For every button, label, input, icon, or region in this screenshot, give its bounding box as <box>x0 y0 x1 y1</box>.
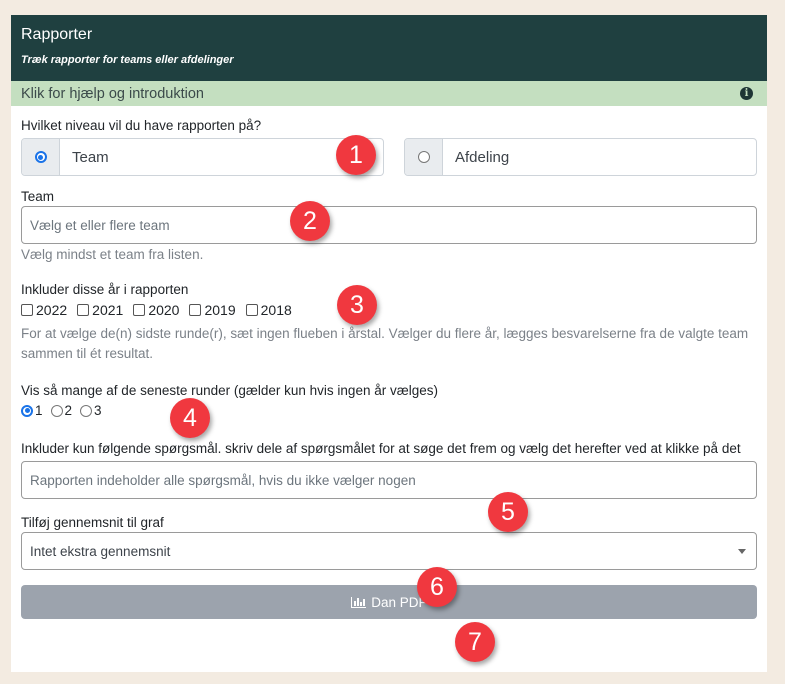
checkbox[interactable] <box>77 304 90 316</box>
annotation-badge-5: 5 <box>488 492 528 532</box>
radio[interactable] <box>50 404 63 417</box>
year-label: 2022 <box>36 302 68 318</box>
radio-label: 1 <box>35 403 43 418</box>
radio[interactable] <box>21 404 33 417</box>
checkbox[interactable] <box>189 304 202 316</box>
team-hint: Vælg mindst et team fra listen. <box>21 247 204 262</box>
generate-pdf-label: Dan PDF <box>371 594 427 610</box>
annotation-badge-2: 2 <box>290 201 330 241</box>
radio-label: 2 <box>64 403 73 418</box>
rounds-radio-group: 1 2 3 <box>21 403 757 418</box>
level-option-afdeling[interactable]: Afdeling <box>404 138 757 176</box>
level-option-team[interactable]: Team <box>21 138 384 176</box>
page-title: Rapporter <box>21 26 93 43</box>
team-label: Team <box>21 189 55 204</box>
caret-down-icon <box>738 548 746 554</box>
team-select-input[interactable]: Vælg et eller flere team <box>21 206 757 244</box>
rounds-radio-2[interactable]: 2 <box>50 403 73 418</box>
year-checkbox-2019[interactable]: 2019 <box>189 302 236 318</box>
radio[interactable] <box>80 404 93 417</box>
afdeling-radio-label: Afdeling <box>455 148 510 166</box>
years-label: Inkluder disse år i rapporten <box>21 282 189 297</box>
rounds-label: Vis så mange af de seneste runder (gælde… <box>21 383 438 398</box>
help-toggle[interactable]: Klik for hjælp og introduktion i <box>11 81 767 106</box>
generate-pdf-button[interactable]: Dan PDF <box>21 585 757 619</box>
year-checkbox-2021[interactable]: 2021 <box>77 302 123 318</box>
annotation-badge-1: 1 <box>336 135 376 175</box>
year-checkbox-2022[interactable]: 2022 <box>21 302 67 318</box>
year-label: 2019 <box>204 302 236 318</box>
year-label: 2021 <box>92 302 124 318</box>
checkbox[interactable] <box>245 304 258 316</box>
annotation-badge-6: 6 <box>417 567 457 607</box>
help-label: Klik for hjælp og introduktion <box>21 85 204 102</box>
bar-chart-icon <box>351 596 367 608</box>
checkbox[interactable] <box>133 304 146 316</box>
average-label: Tilføj gennemsnit til graf <box>21 515 164 530</box>
years-checkbox-group: 2022 2021 2020 2019 2018 <box>21 302 757 318</box>
year-checkbox-2018[interactable]: 2018 <box>245 302 292 318</box>
reports-card: Rapporter Træk rapporter for teams eller… <box>11 15 767 672</box>
level-label: Hvilket niveau vil du have rapporten på? <box>21 118 262 133</box>
questions-label: Inkluder kun følgende spørgsmål. skriv d… <box>21 441 741 456</box>
annotation-badge-7: 7 <box>455 622 495 662</box>
team-radio-label: Team <box>72 148 109 166</box>
annotation-badge-4: 4 <box>170 398 210 438</box>
annotation-badge-3: 3 <box>337 285 377 325</box>
checkbox[interactable] <box>21 304 33 316</box>
rounds-radio-3[interactable]: 3 <box>80 403 102 418</box>
afdeling-radio[interactable] <box>417 151 430 163</box>
team-radio[interactable] <box>34 151 47 163</box>
year-label: 2020 <box>148 302 180 318</box>
average-selected-value: Intet ekstra gennemsnit <box>30 543 171 559</box>
info-icon[interactable]: i <box>740 87 753 100</box>
year-label: 2018 <box>260 302 292 318</box>
average-select[interactable]: Intet ekstra gennemsnit <box>21 532 757 570</box>
radio-label: 3 <box>94 403 102 418</box>
questions-search-input[interactable]: Rapporten indeholder alle spørgsmål, hvi… <box>21 461 757 499</box>
page-subtitle: Træk rapporter for teams eller afdelinge… <box>21 54 234 66</box>
year-checkbox-2020[interactable]: 2020 <box>133 302 179 318</box>
rounds-radio-1[interactable]: 1 <box>21 403 43 418</box>
card-header: Rapporter Træk rapporter for teams eller… <box>11 15 767 81</box>
years-hint: For at vælge de(n) sidste runde(r), sæt … <box>21 326 749 361</box>
